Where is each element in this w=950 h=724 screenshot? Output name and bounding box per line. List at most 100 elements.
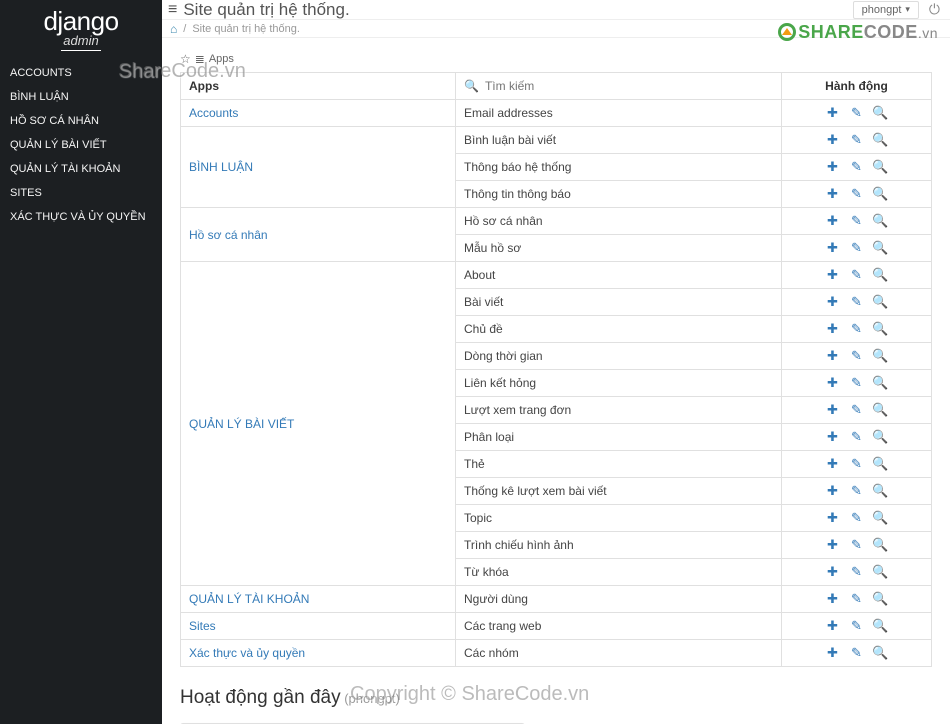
table-row: SitesCác trang web✚✎🔍 — [181, 613, 932, 640]
add-icon[interactable]: ✚ — [821, 267, 845, 283]
view-icon[interactable]: 🔍 — [869, 213, 893, 229]
view-icon[interactable]: 🔍 — [869, 402, 893, 418]
add-icon[interactable]: ✚ — [821, 483, 845, 499]
view-icon[interactable]: 🔍 — [869, 240, 893, 256]
model-name: Lượt xem trang đơn — [456, 397, 782, 424]
view-icon[interactable]: 🔍 — [869, 564, 893, 580]
add-icon[interactable]: ✚ — [821, 159, 845, 175]
add-icon[interactable]: ✚ — [821, 294, 845, 310]
edit-icon[interactable]: ✎ — [845, 375, 869, 391]
edit-icon[interactable]: ✎ — [845, 456, 869, 472]
edit-icon[interactable]: ✎ — [845, 483, 869, 499]
view-icon[interactable]: 🔍 — [869, 321, 893, 337]
model-name: Email addresses — [456, 100, 782, 127]
app-link[interactable]: Xác thực và ủy quyền — [181, 640, 456, 667]
view-icon[interactable]: 🔍 — [869, 510, 893, 526]
sidebar-item-binhluan[interactable]: BÌNH LUẬN — [0, 85, 162, 109]
add-icon[interactable]: ✚ — [821, 240, 845, 256]
view-icon[interactable]: 🔍 — [869, 537, 893, 553]
edit-icon[interactable]: ✎ — [845, 645, 869, 661]
add-icon[interactable]: ✚ — [821, 564, 845, 580]
add-icon[interactable]: ✚ — [821, 618, 845, 634]
view-icon[interactable]: 🔍 — [869, 294, 893, 310]
add-icon[interactable]: ✚ — [821, 375, 845, 391]
breadcrumb-current: Site quản trị hệ thống. — [192, 23, 300, 35]
app-link[interactable]: QUẢN LÝ TÀI KHOẢN — [181, 586, 456, 613]
menu-toggle-icon[interactable]: ≡ — [168, 1, 177, 19]
edit-icon[interactable]: ✎ — [845, 159, 869, 175]
logout-icon[interactable]: ⏻ — [925, 1, 944, 18]
view-icon[interactable]: 🔍 — [869, 483, 893, 499]
view-icon[interactable]: 🔍 — [869, 618, 893, 634]
apps-toolbar-label: Apps — [209, 53, 234, 65]
sidebar-item-hoso[interactable]: HỒ SƠ CÁ NHÂN — [0, 109, 162, 133]
add-icon[interactable]: ✚ — [821, 132, 845, 148]
table-row: QUẢN LÝ TÀI KHOẢNNgười dùng✚✎🔍 — [181, 586, 932, 613]
view-icon[interactable]: 🔍 — [869, 348, 893, 364]
row-actions: ✚✎🔍 — [782, 559, 932, 586]
view-icon[interactable]: 🔍 — [869, 159, 893, 175]
view-icon[interactable]: 🔍 — [869, 456, 893, 472]
view-icon[interactable]: 🔍 — [869, 132, 893, 148]
col-apps: Apps — [181, 73, 456, 100]
home-icon[interactable]: ⌂ — [170, 22, 177, 36]
view-icon[interactable]: 🔍 — [869, 591, 893, 607]
model-name: Thẻ — [456, 451, 782, 478]
search-input[interactable] — [485, 79, 773, 93]
edit-icon[interactable]: ✎ — [845, 537, 869, 553]
list-icon[interactable]: ≣ — [195, 52, 205, 66]
sidebar-item-auth[interactable]: XÁC THỰC VÀ ỦY QUYỀN — [0, 205, 162, 229]
view-icon[interactable]: 🔍 — [869, 105, 893, 121]
edit-icon[interactable]: ✎ — [845, 132, 869, 148]
model-name: Bài viết — [456, 289, 782, 316]
row-actions: ✚✎🔍 — [782, 208, 932, 235]
edit-icon[interactable]: ✎ — [845, 213, 869, 229]
edit-icon[interactable]: ✎ — [845, 429, 869, 445]
app-link[interactable]: Accounts — [181, 100, 456, 127]
model-name: Bình luận bài viết — [456, 127, 782, 154]
add-icon[interactable]: ✚ — [821, 213, 845, 229]
add-icon[interactable]: ✚ — [821, 348, 845, 364]
add-icon[interactable]: ✚ — [821, 321, 845, 337]
edit-icon[interactable]: ✎ — [845, 240, 869, 256]
sidebar-nav: ACCOUNTS BÌNH LUẬN HỒ SƠ CÁ NHÂN QUẢN LÝ… — [0, 55, 162, 229]
add-icon[interactable]: ✚ — [821, 105, 845, 121]
edit-icon[interactable]: ✎ — [845, 186, 869, 202]
app-link[interactable]: Sites — [181, 613, 456, 640]
user-menu[interactable]: phongpt ▾ — [853, 1, 919, 19]
edit-icon[interactable]: ✎ — [845, 402, 869, 418]
row-actions: ✚✎🔍 — [782, 586, 932, 613]
view-icon[interactable]: 🔍 — [869, 267, 893, 283]
app-link[interactable]: Hồ sơ cá nhân — [181, 208, 456, 262]
view-icon[interactable]: 🔍 — [869, 429, 893, 445]
view-icon[interactable]: 🔍 — [869, 645, 893, 661]
row-actions: ✚✎🔍 — [782, 424, 932, 451]
edit-icon[interactable]: ✎ — [845, 105, 869, 121]
edit-icon[interactable]: ✎ — [845, 564, 869, 580]
star-icon[interactable]: ☆ — [180, 52, 191, 66]
add-icon[interactable]: ✚ — [821, 645, 845, 661]
edit-icon[interactable]: ✎ — [845, 591, 869, 607]
sidebar-item-baiviet[interactable]: QUẢN LÝ BÀI VIẾT — [0, 133, 162, 157]
add-icon[interactable]: ✚ — [821, 429, 845, 445]
edit-icon[interactable]: ✎ — [845, 321, 869, 337]
edit-icon[interactable]: ✎ — [845, 510, 869, 526]
view-icon[interactable]: 🔍 — [869, 186, 893, 202]
add-icon[interactable]: ✚ — [821, 591, 845, 607]
edit-icon[interactable]: ✎ — [845, 294, 869, 310]
edit-icon[interactable]: ✎ — [845, 618, 869, 634]
edit-icon[interactable]: ✎ — [845, 267, 869, 283]
add-icon[interactable]: ✚ — [821, 402, 845, 418]
add-icon[interactable]: ✚ — [821, 537, 845, 553]
model-name: About — [456, 262, 782, 289]
sidebar-item-sites[interactable]: SITES — [0, 181, 162, 205]
add-icon[interactable]: ✚ — [821, 456, 845, 472]
app-link[interactable]: QUẢN LÝ BÀI VIẾT — [181, 262, 456, 586]
add-icon[interactable]: ✚ — [821, 186, 845, 202]
sidebar-item-taikhoan[interactable]: QUẢN LÝ TÀI KHOẢN — [0, 157, 162, 181]
edit-icon[interactable]: ✎ — [845, 348, 869, 364]
view-icon[interactable]: 🔍 — [869, 375, 893, 391]
app-link[interactable]: BÌNH LUẬN — [181, 127, 456, 208]
add-icon[interactable]: ✚ — [821, 510, 845, 526]
sidebar-item-accounts[interactable]: ACCOUNTS — [0, 61, 162, 85]
